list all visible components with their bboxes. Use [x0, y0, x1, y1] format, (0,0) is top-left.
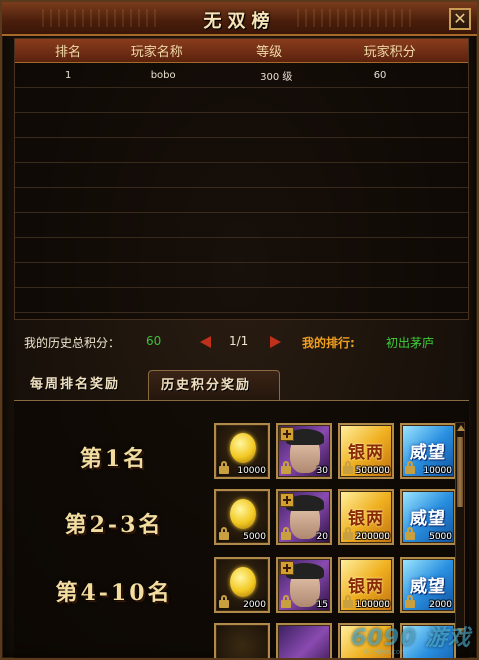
tab-history-score-rewards[interactable]: 历史积分奖励 — [148, 370, 280, 400]
item-quantity: 15 — [316, 600, 328, 610]
lock-icon — [281, 595, 291, 608]
row-name: bobo — [150, 69, 176, 81]
table-row-empty — [15, 138, 468, 163]
hero-item[interactable]: 20 — [276, 489, 332, 545]
page-indicator: 1/1 — [229, 334, 249, 348]
lock-icon — [343, 461, 353, 474]
item-quantity: 30 — [316, 466, 328, 476]
gold-coin-item[interactable]: 10000 — [214, 423, 270, 479]
silver-item[interactable]: 银两 100000 — [338, 557, 394, 613]
table-row-empty — [15, 163, 468, 188]
prestige-item[interactable]: 威望 10000 — [400, 423, 456, 479]
item-quantity: 5000 — [243, 532, 266, 542]
prestige-icon: 威望 — [410, 443, 446, 463]
reward-row: 第4-10名 2000 15 银两 100000 威望 2000 — [14, 557, 456, 621]
prestige-icon: 威望 — [410, 577, 446, 597]
silver-icon: 银两 — [348, 443, 384, 463]
hero-item[interactable]: 15 — [276, 557, 332, 613]
lock-icon — [405, 461, 415, 474]
row-level: 300 级 — [260, 71, 293, 83]
lock-icon — [219, 527, 229, 540]
plus-badge-icon — [280, 561, 294, 575]
prev-page-icon[interactable] — [200, 336, 211, 348]
silver-icon: 银两 — [348, 577, 384, 597]
item-quantity: 2000 — [243, 600, 266, 610]
window-title: 无双榜 — [203, 11, 276, 32]
table-row[interactable]: 1 bobo 300 级 60 — [15, 63, 468, 88]
row-rank: 1 — [65, 69, 72, 81]
history-score-label: 我的历史总积分： — [24, 336, 121, 350]
item-quantity: 20 — [316, 532, 328, 542]
item-quantity: 10000 — [237, 466, 266, 476]
lock-icon — [219, 595, 229, 608]
my-rank-value: 初出茅庐 — [386, 336, 435, 350]
hero-item[interactable] — [276, 623, 332, 658]
silver-icon: 银两 — [348, 509, 384, 529]
gold-coin-item[interactable]: 5000 — [214, 489, 270, 545]
table-row-empty — [15, 188, 468, 213]
item-quantity: 100000 — [355, 600, 390, 610]
table-row-empty — [15, 238, 468, 263]
lock-icon — [405, 527, 415, 540]
lock-icon — [343, 527, 353, 540]
table-row-empty — [15, 113, 468, 138]
table-row-empty — [15, 213, 468, 238]
plus-badge-icon — [280, 493, 294, 507]
hero-item[interactable]: 30 — [276, 423, 332, 479]
plus-badge-icon — [280, 427, 294, 441]
silver-item[interactable]: 银两 200000 — [338, 489, 394, 545]
lock-icon — [343, 595, 353, 608]
gold-coin-icon — [230, 433, 256, 463]
item-quantity: 200000 — [355, 532, 390, 542]
gold-coin-icon — [230, 499, 256, 529]
item-quantity: 5000 — [429, 532, 452, 542]
prestige-item[interactable]: 威望 2000 — [400, 557, 456, 613]
row-score: 60 — [373, 69, 387, 81]
lock-icon — [405, 595, 415, 608]
item-quantity: 10000 — [423, 466, 452, 476]
reward-tier-label: 第1名 — [79, 446, 149, 472]
lock-icon — [281, 461, 291, 474]
gold-coin-item[interactable]: 2000 — [214, 557, 270, 613]
ranking-header: 排名 玩家名称 等级 玩家积分 — [15, 39, 468, 63]
prestige-item[interactable]: 威望 5000 — [400, 489, 456, 545]
item-quantity: 500000 — [355, 466, 390, 476]
item-quantity: 2000 — [429, 600, 452, 610]
silver-item[interactable]: 银两 500000 — [338, 423, 394, 479]
table-row-empty — [15, 288, 468, 313]
prestige-icon: 威望 — [410, 509, 446, 529]
info-line: 我的历史总积分： 60 1/1 我的排行: 初出茅庐 — [24, 332, 464, 352]
lock-icon — [281, 527, 291, 540]
my-rank-label: 我的排行: — [302, 336, 355, 350]
ranking-window: 无双榜 ✕ 排名 玩家名称 等级 玩家积分 1 bobo 300 级 60 我的… — [0, 0, 479, 660]
title-bar: 无双榜 ✕ — [2, 2, 477, 36]
history-score-value: 60 — [146, 334, 162, 348]
reward-tier-label: 第2-3名 — [64, 512, 164, 538]
table-row-empty — [15, 263, 468, 288]
header-name: 玩家名称 — [130, 45, 183, 60]
gold-coin-item[interactable] — [214, 623, 270, 658]
reward-row: 第2-3名 5000 20 银两 200000 威望 5000 — [14, 489, 456, 553]
header-score: 玩家积分 — [363, 45, 416, 60]
scroll-thumb[interactable] — [457, 437, 463, 507]
header-rank: 排名 — [55, 45, 82, 60]
scroll-up-icon[interactable] — [457, 425, 465, 431]
reward-row: 第1名 10000 30 银两 500000 威望 10000 — [14, 423, 456, 487]
next-page-icon[interactable] — [270, 336, 281, 348]
site-watermark-url: 6090yx.com — [363, 648, 407, 656]
table-row-empty — [15, 88, 468, 113]
reward-tier-label: 第4-10名 — [55, 580, 173, 606]
ranking-table: 排名 玩家名称 等级 玩家积分 1 bobo 300 级 60 — [14, 38, 469, 320]
gold-coin-icon — [230, 567, 256, 597]
lock-icon — [219, 461, 229, 474]
reward-scrollbar[interactable] — [455, 422, 465, 637]
close-button[interactable]: ✕ — [449, 8, 471, 30]
tab-weekly-rank-rewards[interactable]: 每周排名奖励 — [18, 370, 146, 400]
header-level: 等级 — [256, 45, 283, 60]
